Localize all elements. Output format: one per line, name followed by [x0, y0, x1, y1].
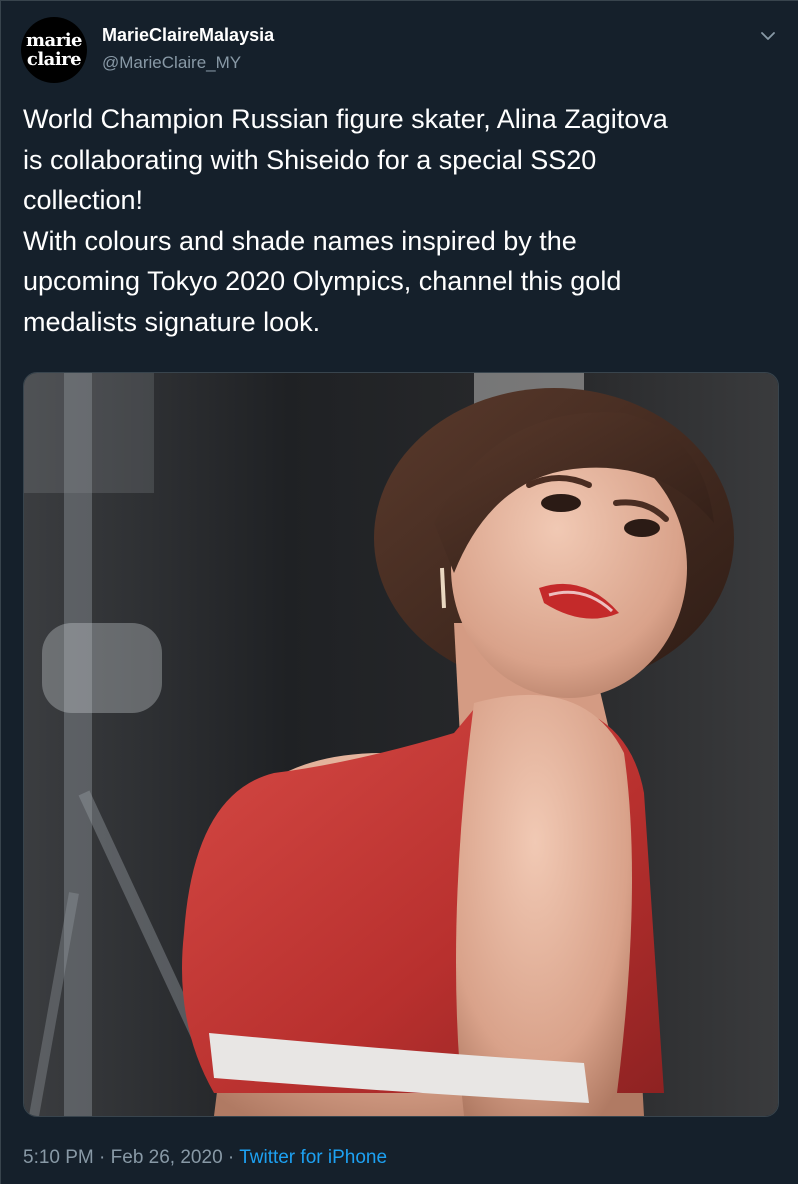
tweet-text-line: World Champion Russian figure skater, Al… — [23, 104, 668, 134]
chevron-down-icon[interactable] — [757, 25, 779, 47]
tweet-text: World Champion Russian figure skater, Al… — [23, 99, 783, 342]
tweet-text-line: With colours and shade names inspired by… — [23, 225, 577, 256]
tweet-source-link[interactable]: Twitter for iPhone — [239, 1147, 387, 1168]
tweet-text-line: collection! — [23, 185, 144, 215]
avatar-logo-line-2: claire — [26, 49, 82, 70]
tweet-photo[interactable] — [23, 372, 779, 1117]
avatar[interactable]: marie claire — [21, 17, 87, 83]
tweet-card: marie claire MarieClaireMalaysia @MarieC… — [0, 0, 798, 1184]
tweet-time[interactable]: 5:10 PM — [23, 1147, 94, 1168]
tweet-text-line: medalists signature look. — [23, 306, 321, 337]
separator-dot: · — [99, 1147, 106, 1168]
display-name[interactable]: MarieClaireMalaysia — [102, 25, 274, 46]
tweet-date[interactable]: Feb 26, 2020 — [111, 1147, 223, 1168]
photo-illustration — [24, 373, 778, 1116]
separator-dot: · — [227, 1147, 235, 1168]
user-handle[interactable]: @MarieClaire_MY — [102, 53, 241, 73]
avatar-logo-line-1: marie — [26, 30, 82, 51]
tweet-text-line: is collaborating with Shiseido for a spe… — [23, 144, 597, 175]
tweet-text-line: upcoming Tokyo 2020 Olympics, channel th… — [23, 266, 622, 296]
tweet-metadata: 5:10 PM · Feb 26, 2020 · Twitter for iPh… — [23, 1147, 387, 1169]
